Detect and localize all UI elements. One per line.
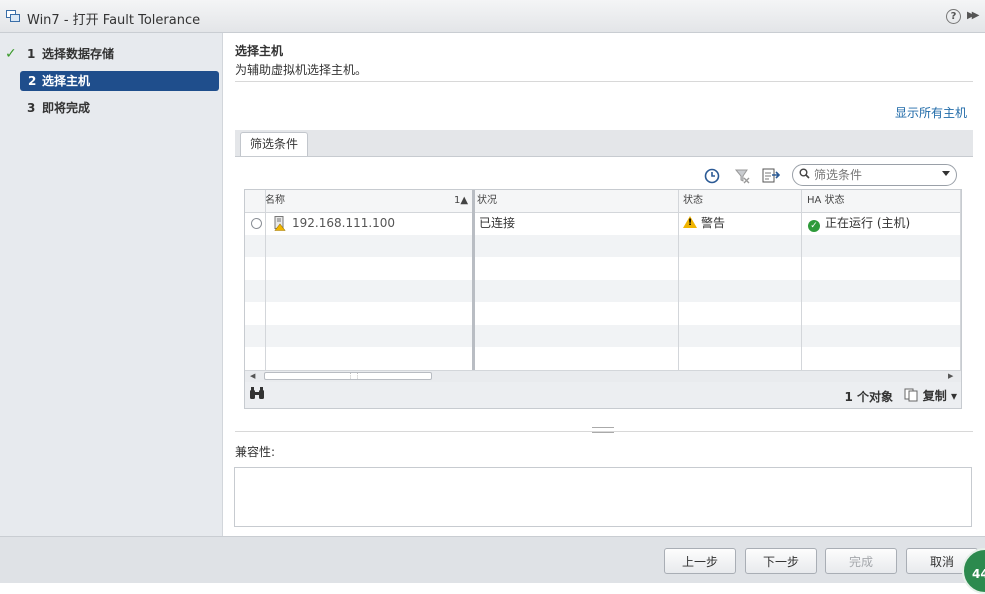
grip-icon: ⋮⋮ — [347, 372, 361, 380]
filter-search-box[interactable] — [792, 164, 957, 186]
title-bar: Win7 - 打开 Fault Tolerance ? ▶▶ — [0, 0, 985, 33]
table-footer: 1 个对象 复制 ▾ — [245, 382, 961, 408]
finish-button: 完成 — [825, 548, 897, 574]
check-circle-icon: ✓ — [808, 220, 820, 232]
check-icon: ✓ — [5, 46, 17, 62]
clear-filter-icon[interactable] — [733, 168, 751, 186]
filter-input[interactable] — [814, 167, 934, 183]
back-button[interactable]: 上一步 — [664, 548, 736, 574]
column-divider — [801, 190, 802, 370]
column-status[interactable]: 状态 — [683, 190, 703, 212]
expand-icon[interactable]: ▶▶ — [967, 10, 980, 21]
vm-icon — [6, 10, 20, 22]
tab-strip — [235, 130, 973, 157]
host-radio[interactable] — [251, 218, 262, 229]
page-description: 为辅助虚拟机选择主机。 — [235, 63, 368, 77]
search-icon — [799, 168, 810, 182]
divider — [235, 81, 973, 82]
table-header: 名称 1▲ 状况 状态 HA 状态 — [245, 190, 961, 213]
step-select-host[interactable]: 2 选择主机 — [20, 71, 219, 91]
tab-filter[interactable]: 筛选条件 — [240, 132, 309, 156]
step-select-datastore[interactable]: ✓ 1 选择数据存储 — [0, 44, 223, 64]
hosts-table: 名称 1▲ 状况 状态 HA 状态 192.168.111.100 已连接 ! 警… — [244, 189, 962, 409]
splitter-grip[interactable] — [592, 427, 614, 433]
host-name: 192.168.111.100 — [292, 216, 396, 230]
export-icon[interactable] — [762, 168, 781, 186]
warning-icon: ! — [683, 216, 697, 228]
chevron-down-icon[interactable] — [942, 171, 950, 176]
object-count: 1 个对象 — [844, 390, 893, 404]
column-condition[interactable]: 状况 — [477, 190, 497, 212]
binoculars-icon[interactable] — [249, 387, 265, 404]
page-title: 选择主机 — [235, 44, 284, 58]
wizard-steps: ✓ 1 选择数据存储 2 选择主机 3 即将完成 — [0, 33, 223, 536]
help-icon[interactable]: ? — [946, 9, 961, 24]
column-ha-status[interactable]: HA 状态 — [807, 190, 845, 212]
table-row-empty — [245, 325, 961, 347]
column-divider — [678, 190, 679, 370]
scroll-left-icon[interactable]: ◀ — [250, 371, 255, 382]
host-warning-icon — [274, 216, 286, 231]
show-all-hosts-link[interactable]: 显示所有主机 — [895, 104, 967, 121]
copy-icon — [904, 388, 918, 402]
column-divider — [265, 190, 266, 370]
compatibility-label: 兼容性: — [235, 445, 276, 459]
host-status: ! 警告 — [683, 212, 725, 234]
host-ha-status: ✓ 正在运行 (主机) — [808, 212, 910, 234]
copy-button[interactable]: 复制 ▾ — [904, 387, 957, 404]
sort-indicator[interactable]: 1▲ — [454, 190, 468, 212]
table-row-empty — [245, 235, 961, 257]
column-divider[interactable] — [472, 190, 475, 370]
main-content: 选择主机 为辅助虚拟机选择主机。 显示所有主机 筛选条件 名称 1▲ 状况 状态… — [223, 33, 985, 536]
clock-icon[interactable] — [703, 168, 721, 186]
column-divider — [960, 190, 961, 370]
table-row-empty — [245, 280, 961, 302]
step-ready-to-complete[interactable]: 3 即将完成 — [0, 98, 223, 118]
wizard-footer: 上一步 下一步 完成 取消 — [0, 536, 985, 583]
compatibility-box — [234, 467, 972, 527]
host-condition: 已连接 — [479, 216, 516, 230]
column-name[interactable]: 名称 — [265, 190, 285, 212]
next-button[interactable]: 下一步 — [745, 548, 817, 574]
window-title: Win7 - 打开 Fault Tolerance — [27, 13, 201, 28]
scroll-right-icon[interactable]: ▶ — [948, 371, 953, 382]
horizontal-scrollbar[interactable]: ◀ ⋮⋮ ▶ — [245, 370, 961, 382]
